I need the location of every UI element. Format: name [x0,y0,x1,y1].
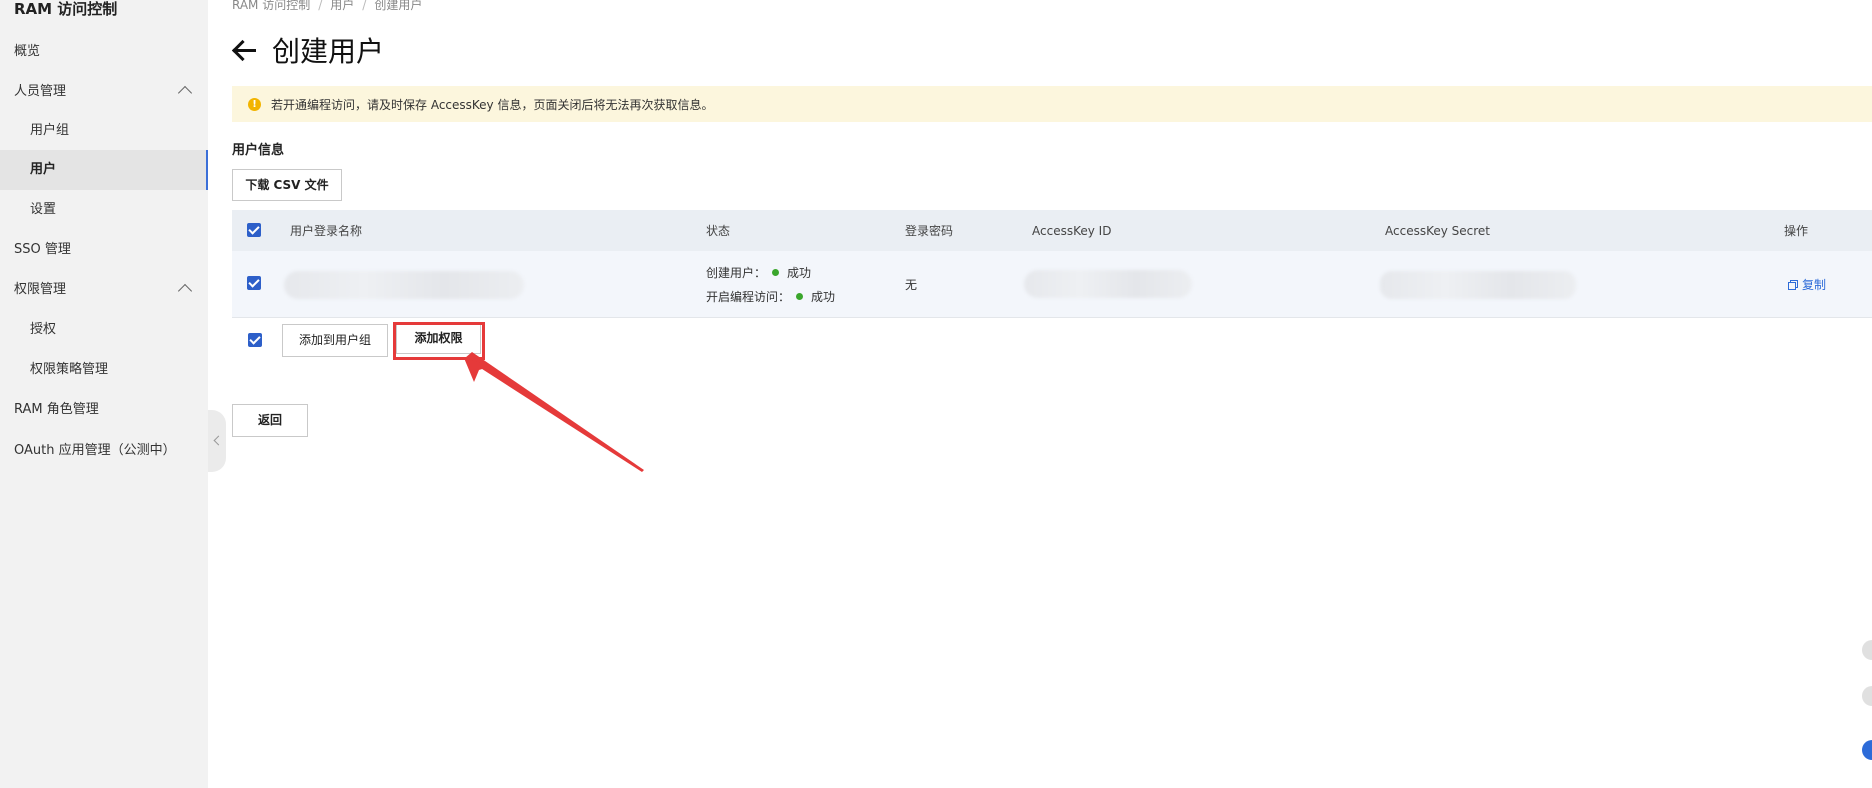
breadcrumb-item[interactable]: RAM 访问控制 [232,0,310,12]
sidebar-item-label: 人员管理 [14,84,67,99]
column-header-password: 登录密码 [905,224,954,238]
breadcrumb-item[interactable]: 用户 [330,0,354,12]
chevron-up-icon[interactable] [177,85,193,101]
column-header-login-name: 用户登录名称 [290,224,363,238]
sidebar-item-grants[interactable]: 授权 [0,310,208,350]
login-name-redacted [284,271,524,299]
row-checkbox[interactable] [247,276,261,290]
status-line-programmatic-access: 开启编程访问： 成功 [706,284,835,308]
breadcrumb-separator: / [362,0,367,12]
sidebar-group-permissions[interactable]: 权限管理 [0,270,208,310]
main-content: RAM 访问控制 / 用户 / 创建用户 创建用户 ! 若开通编程访问，请及时保存 Ac… [231,0,1872,788]
sidebar-group-identity[interactable]: 人员管理 [0,72,208,112]
sidebar-item-policies[interactable]: 权限策略管理 [0,350,208,390]
download-csv-button[interactable]: 下载 CSV 文件 [232,169,342,201]
warning-icon: ! [248,97,261,111]
status-value: 成功 [787,265,812,280]
success-dot-icon [796,292,804,300]
column-header-accesskey-secret: AccessKey Secret [1385,223,1491,238]
status-cell: 创建用户： 成功 开启编程访问： 成功 [706,251,835,317]
sidebar-item-label: 权限管理 [14,282,67,297]
sidebar-item-label: 权限策略管理 [30,362,109,377]
breadcrumb-separator: / [318,0,323,12]
breadcrumb: RAM 访问控制 / 用户 / 创建用户 [232,0,422,13]
annotation-arrow-shaft [465,352,644,472]
annotation-arrow-head [464,358,492,382]
add-permission-button[interactable]: 添加权限 [396,323,481,354]
table-row: 创建用户： 成功 开启编程访问： 成功 无 复制 [232,251,1872,318]
sidebar-collapse-handle[interactable] [208,410,226,472]
sidebar: RAM 访问控制 概览 人员管理 用户组 用户 设置 SSO 管理 权限管理 授… [0,0,208,788]
sidebar-item-oauth-apps[interactable]: OAuth 应用管理（公测中） [0,431,208,471]
sidebar-title: RAM 访问控制 [14,0,118,18]
sidebar-item-label: OAuth 应用管理（公测中） [14,443,176,458]
sidebar-item-users[interactable]: 用户 [0,150,208,190]
password-cell: 无 [905,277,918,292]
sidebar-item-ram-roles[interactable]: RAM 角色管理 [0,390,208,430]
page-header: 创建用户 [231,32,385,68]
add-to-group-button[interactable]: 添加到用户组 [282,324,388,357]
sidebar-item-overview[interactable]: 概览 [0,32,208,72]
app-root: RAM 访问控制 概览 人员管理 用户组 用户 设置 SSO 管理 权限管理 授… [0,0,1872,788]
sidebar-item-user-groups[interactable]: 用户组 [0,111,208,151]
back-button[interactable]: 返回 [232,404,308,437]
table-header: 用户登录名称 状态 登录密码 AccessKey ID AccessKey Se… [232,210,1872,251]
warning-alert: ! 若开通编程访问，请及时保存 AccessKey 信息，页面关闭后将无法再次获… [232,86,1872,122]
sidebar-item-label: 概览 [14,44,41,59]
back-arrow-icon[interactable] [231,39,258,62]
column-header-actions: 操作 [1784,224,1809,238]
chevron-left-icon [213,435,224,446]
sidebar-item-label: 用户组 [30,123,70,138]
select-all-checkbox[interactable] [247,223,261,237]
copy-label: 复制 [1802,277,1827,292]
status-line-create-user: 创建用户： 成功 [706,260,811,284]
sidebar-item-label: 设置 [30,202,57,217]
bulk-select-checkbox[interactable] [248,333,262,347]
page-title: 创建用户 [272,35,385,68]
copy-link[interactable]: 复制 [1788,276,1826,293]
section-title: 用户信息 [232,143,285,158]
copy-icon [1788,279,1798,290]
success-dot-icon [772,268,780,276]
accesskey-id-redacted [1024,270,1192,298]
arrow-head [231,39,254,62]
status-label: 创建用户： [706,265,767,280]
status-label: 开启编程访问： [706,289,791,304]
sidebar-item-settings[interactable]: 设置 [0,190,208,230]
actions-cell: 复制 [1788,251,1826,317]
sidebar-item-sso[interactable]: SSO 管理 [0,230,208,270]
chevron-up-icon[interactable] [177,283,193,299]
accesskey-secret-redacted [1380,271,1576,299]
column-header-accesskey-id: AccessKey ID [1032,223,1112,238]
alert-text: 若开通编程访问，请及时保存 AccessKey 信息，页面关闭后将无法再次获取信… [271,97,714,112]
sidebar-item-label: 授权 [30,322,57,337]
sidebar-item-label: 用户 [30,162,57,177]
sidebar-item-label: SSO 管理 [14,242,71,257]
status-value: 成功 [811,289,836,304]
breadcrumb-item-current: 创建用户 [374,0,423,12]
column-header-status: 状态 [706,224,731,238]
sidebar-item-label: RAM 角色管理 [14,402,99,417]
